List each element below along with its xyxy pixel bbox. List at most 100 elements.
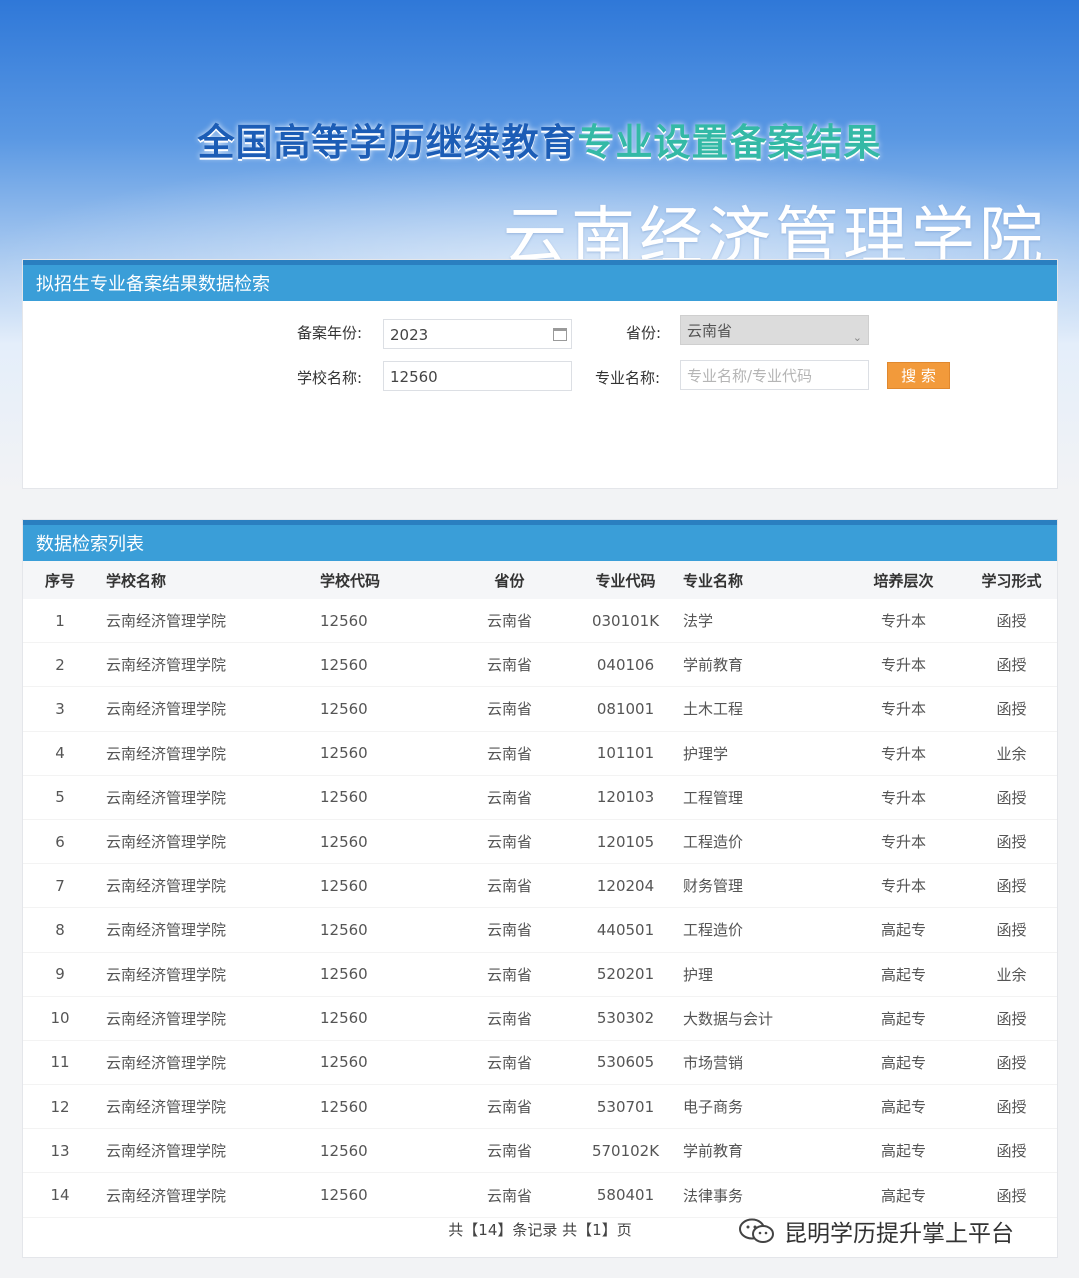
- table-row: 5 云南经济管理学院 12560 云南省 120103 工程管理 专升本 函授: [23, 775, 1057, 820]
- table-row: 1 云南经济管理学院 12560 云南省 030101K 法学 专升本 函授: [23, 599, 1057, 643]
- cell-mode: 函授: [996, 612, 1027, 631]
- cell-province: 云南省: [486, 744, 532, 763]
- cell-major-code: 101101: [596, 744, 655, 763]
- province-value: 云南省: [687, 322, 733, 340]
- cell-level: 专升本: [880, 656, 926, 675]
- cell-index: 1: [55, 611, 65, 630]
- table-row: 11 云南经济管理学院 12560 云南省 530605 市场营销 高起专 函授: [23, 1040, 1057, 1085]
- major-label: 专业名称:: [595, 369, 661, 387]
- cell-level: 专升本: [880, 612, 926, 631]
- table-row: 8 云南经济管理学院 12560 云南省 440501 工程造价 高起专 函授: [23, 908, 1057, 952]
- cell-school-code: 12560: [320, 876, 368, 895]
- cell-school: 云南经济管理学院: [106, 744, 227, 763]
- cell-major: 市场营销: [683, 1053, 744, 1072]
- school-label: 学校名称:: [297, 369, 363, 387]
- search-panel: 拟招生专业备案结果数据检索 备案年份: 2023 省份: 云南省 ⌄ 学校名称:…: [22, 259, 1058, 489]
- cell-province: 云南省: [486, 1098, 532, 1117]
- cell-province: 云南省: [486, 788, 532, 807]
- cell-level: 高起专: [880, 1053, 926, 1072]
- cell-mode: 函授: [996, 1098, 1027, 1117]
- watermark: 昆明学历提升掌上平台: [738, 1214, 1014, 1248]
- search-button[interactable]: 搜 索: [887, 362, 950, 389]
- cell-major-code: 081001: [596, 699, 655, 718]
- cell-level: 高起专: [880, 1186, 926, 1205]
- cell-school: 云南经济管理学院: [106, 656, 227, 675]
- cell-mode: 业余: [996, 744, 1027, 763]
- table-row: 14 云南经济管理学院 12560 云南省 580401 法律事务 高起专 函授: [23, 1173, 1057, 1218]
- cell-major: 学前教育: [683, 656, 744, 675]
- cell-major: 学前教育: [683, 1142, 744, 1161]
- banner-title: 全国高等学历继续教育专业设置备案结果: [0, 112, 1079, 166]
- cell-level: 专升本: [880, 700, 926, 719]
- cell-major: 工程造价: [683, 921, 744, 940]
- cell-major: 土木工程: [683, 700, 744, 719]
- cell-school: 云南经济管理学院: [106, 788, 227, 807]
- cell-level: 专升本: [880, 744, 926, 763]
- cell-major-code: 120103: [596, 788, 655, 807]
- cell-major: 大数据与会计: [683, 1009, 774, 1028]
- cell-mode: 函授: [996, 833, 1027, 852]
- calendar-icon[interactable]: [553, 328, 567, 341]
- col-header-mode: 学习形式: [966, 561, 1057, 599]
- cell-major: 护理学: [683, 744, 729, 763]
- cell-school-code: 12560: [320, 1009, 368, 1028]
- cell-province: 云南省: [486, 1053, 532, 1072]
- cell-index: 10: [50, 1009, 70, 1028]
- school-field[interactable]: 12560: [383, 361, 572, 391]
- cell-mode: 函授: [996, 1186, 1027, 1205]
- cell-province: 云南省: [486, 1186, 532, 1205]
- cell-school-code: 12560: [320, 655, 368, 674]
- cell-major-code: 120204: [596, 876, 655, 895]
- cell-school-code: 12560: [320, 788, 368, 807]
- cell-school-code: 12560: [320, 1053, 368, 1072]
- cell-major-code: 530302: [596, 1009, 655, 1028]
- col-header-index: 序号: [23, 561, 97, 599]
- table-row: 6 云南经济管理学院 12560 云南省 120105 工程造价 专升本 函授: [23, 819, 1057, 864]
- cell-school: 云南经济管理学院: [106, 1053, 227, 1072]
- cell-school-code: 12560: [320, 1141, 368, 1160]
- cell-school: 云南经济管理学院: [106, 965, 227, 984]
- cell-mode: 函授: [996, 1053, 1027, 1072]
- cell-index: 9: [55, 965, 65, 984]
- cell-major-code: 040106: [596, 655, 655, 674]
- cell-school-code: 12560: [320, 832, 368, 851]
- cell-province: 云南省: [486, 700, 532, 719]
- col-header-level: 培养层次: [841, 561, 966, 599]
- cell-index: 14: [50, 1186, 70, 1205]
- watermark-text: 昆明学历提升掌上平台: [784, 1221, 1014, 1247]
- year-field[interactable]: 2023: [383, 319, 572, 349]
- cell-school-code: 12560: [320, 920, 368, 939]
- cell-school-code: 12560: [320, 699, 368, 718]
- cell-province: 云南省: [486, 1009, 532, 1028]
- results-table-body: 1 云南经济管理学院 12560 云南省 030101K 法学 专升本 函授 2 云南经济管理学院…: [23, 599, 1057, 1218]
- cell-level: 高起专: [880, 921, 926, 940]
- cell-level: 高起专: [880, 1142, 926, 1161]
- results-panel: 数据检索列表 序号 学校名称 学校代码 省份 专业代码 专业名称 培养层次 学习…: [22, 519, 1058, 1258]
- cell-major-code: 520201: [596, 965, 655, 984]
- cell-province: 云南省: [486, 656, 532, 675]
- results-table: 序号 学校名称 学校代码 省份 专业代码 专业名称 培养层次 学习形式 1 云南经…: [23, 561, 1057, 1218]
- cell-index: 11: [50, 1053, 70, 1072]
- cell-level: 高起专: [880, 965, 926, 984]
- wechat-icon: [739, 1218, 774, 1243]
- cell-major: 护理: [683, 965, 714, 984]
- banner-title-main: 全国高等学历继续教育: [197, 121, 578, 164]
- province-select[interactable]: 云南省 ⌄: [680, 315, 869, 345]
- cell-major-code: 580401: [596, 1186, 655, 1205]
- table-row: 10 云南经济管理学院 12560 云南省 530302 大数据与会计 高起专 函授: [23, 996, 1057, 1041]
- cell-school: 云南经济管理学院: [106, 1098, 227, 1117]
- cell-major-code: 530605: [596, 1053, 655, 1072]
- col-header-province: 省份: [441, 561, 578, 599]
- cell-major: 工程造价: [683, 833, 744, 852]
- cell-school-code: 12560: [320, 1097, 368, 1116]
- major-search-input[interactable]: 专业名称/专业代码: [680, 360, 869, 390]
- search-panel-header: 拟招生专业备案结果数据检索: [23, 260, 1057, 301]
- table-row: 2 云南经济管理学院 12560 云南省 040106 学前教育 专升本 函授: [23, 643, 1057, 687]
- school-value: 12560: [390, 368, 438, 386]
- cell-school: 云南经济管理学院: [106, 921, 227, 940]
- cell-school: 云南经济管理学院: [106, 833, 227, 852]
- cell-major: 电子商务: [683, 1098, 744, 1117]
- table-row: 12 云南经济管理学院 12560 云南省 530701 电子商务 高起专 函授: [23, 1085, 1057, 1129]
- cell-major: 财务管理: [683, 877, 744, 896]
- table-header-row: 序号 学校名称 学校代码 省份 专业代码 专业名称 培养层次 学习形式: [23, 561, 1057, 599]
